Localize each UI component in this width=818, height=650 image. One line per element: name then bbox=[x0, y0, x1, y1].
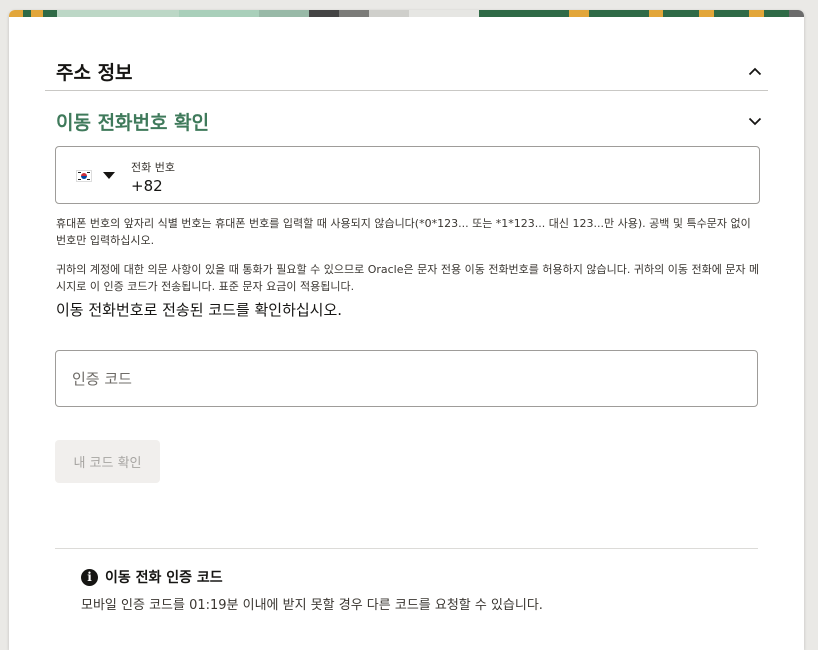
phone-section-header[interactable]: 이동 전화번호 확인 bbox=[56, 106, 766, 136]
info-icon: i bbox=[81, 568, 98, 586]
decorative-banner bbox=[9, 10, 804, 17]
phone-number-value[interactable]: +82 bbox=[131, 177, 163, 195]
info-text: 모바일 인증 코드를 01:19분 이내에 받지 못할 경우 다른 코드를 요청… bbox=[81, 598, 543, 613]
info-divider bbox=[55, 548, 758, 549]
address-section-title: 주소 정보 bbox=[56, 61, 133, 84]
info-heading: i 이동 전화 인증 코드 bbox=[81, 567, 223, 587]
phone-number-label: 전화 번호 bbox=[131, 161, 175, 174]
country-dropdown-caret-icon[interactable] bbox=[103, 172, 115, 179]
verify-code-button[interactable]: 내 코드 확인 bbox=[55, 440, 160, 483]
verification-code-input[interactable] bbox=[55, 350, 758, 407]
info-title: 이동 전화 인증 코드 bbox=[105, 570, 223, 586]
address-section-header[interactable]: 주소 정보 bbox=[56, 56, 766, 86]
phone-format-help-text: 휴대폰 번호의 앞자리 식별 번호는 휴대폰 번호를 입력할 때 사용되지 않습… bbox=[56, 217, 751, 247]
phone-section-title: 이동 전화번호 확인 bbox=[56, 111, 210, 134]
sms-policy-help-text: 귀하의 계정에 대한 의문 사항이 있을 때 통화가 필요할 수 있으므로 Or… bbox=[56, 263, 760, 293]
phone-number-field[interactable]: 전화 번호 +82 bbox=[55, 146, 760, 204]
section-divider bbox=[45, 90, 768, 91]
verification-instruction: 이동 전화번호로 전송된 코드를 확인하십시오. bbox=[56, 301, 343, 319]
form-card: 주소 정보 이동 전화번호 확인 전화 번호 +82 휴대폰 번호의 앞자리 식… bbox=[9, 10, 804, 650]
chevron-down-icon[interactable] bbox=[744, 110, 766, 132]
chevron-up-icon[interactable] bbox=[744, 60, 766, 82]
south-korea-flag-icon[interactable] bbox=[76, 170, 92, 182]
